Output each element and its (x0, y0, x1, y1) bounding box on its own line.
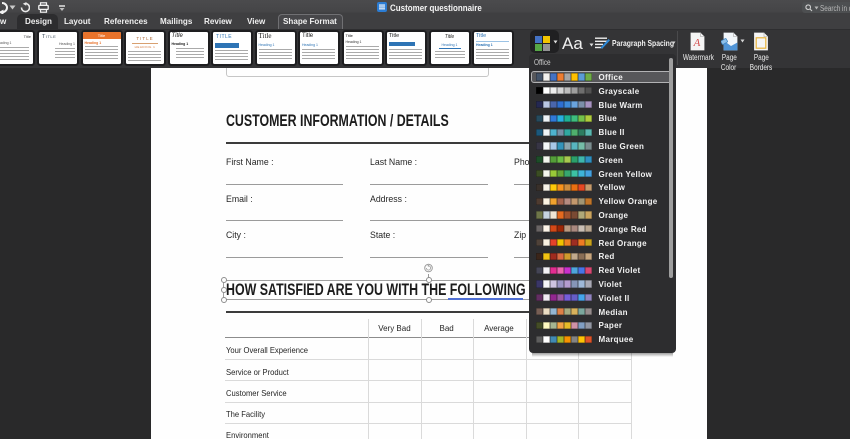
svg-text:A: A (693, 37, 701, 49)
